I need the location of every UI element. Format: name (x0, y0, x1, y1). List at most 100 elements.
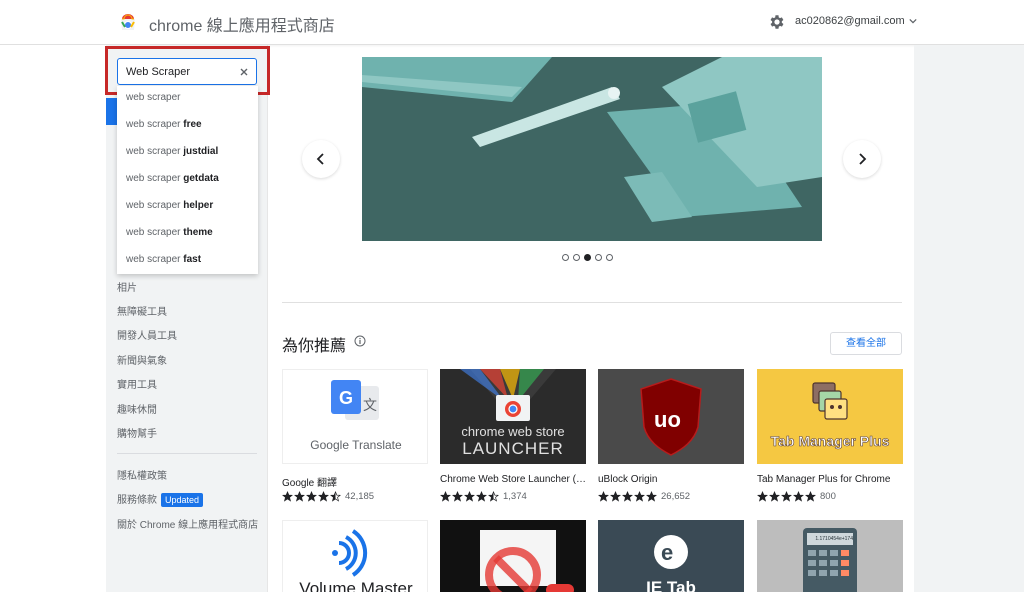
star-rating (757, 491, 816, 502)
svg-text:文: 文 (363, 397, 377, 413)
suggestion-item[interactable]: web scraper getdata (126, 173, 219, 184)
privacy-policy-link[interactable]: 隱私權政策 (117, 467, 167, 482)
star-rating (598, 491, 657, 502)
banner-illustration (362, 57, 822, 241)
extension-thumbnail: uo (598, 369, 744, 464)
extension-rating: 26,652 (598, 491, 690, 502)
section-title: 為你推薦 (282, 338, 347, 355)
star-icon (781, 491, 792, 502)
category-news-weather[interactable]: 新聞與氣象 (117, 352, 167, 367)
section-divider (282, 302, 902, 303)
category-fun[interactable]: 趣味休閒 (117, 401, 157, 416)
star-icon (464, 491, 475, 502)
sidebar-divider (117, 453, 257, 454)
view-all-button[interactable]: 查看全部 (830, 332, 902, 355)
web-store-page: chrome 線上應用程式商店 ac020862@gmail.com web s… (0, 0, 1024, 592)
category-photos[interactable]: 相片 (117, 279, 137, 294)
star-icon (294, 491, 305, 502)
star-icon (598, 491, 609, 502)
block-icon (480, 530, 574, 592)
search-suggestions: web scraper web scraper free web scraper… (117, 86, 258, 274)
carousel-dot[interactable] (573, 254, 580, 261)
store-title[interactable]: chrome 線上應用程式商店 (149, 12, 335, 36)
extension-name: Chrome Web Store Launcher (… (440, 474, 586, 485)
suggestion-item[interactable]: web scraper free (126, 119, 202, 130)
carousel-dot[interactable] (562, 254, 569, 261)
svg-text:uo: uo (654, 407, 681, 432)
thumbnail-label: LAUNCHER (462, 439, 564, 458)
extension-rating: 42,185 (282, 491, 374, 502)
rating-count: 42,185 (345, 491, 375, 502)
calculator-display: 1.1710454e+174 (815, 536, 853, 542)
terms-of-service-link[interactable]: 服務條款 Updated (117, 491, 204, 508)
star-icon (757, 491, 768, 502)
star-icon (793, 491, 804, 502)
right-margin (914, 45, 1024, 592)
left-margin (0, 45, 106, 592)
star-rating (282, 491, 341, 502)
tab-manager-logo (812, 382, 848, 420)
star-icon (318, 491, 329, 502)
featured-banner[interactable] (362, 57, 822, 241)
extension-name: Tab Manager Plus for Chrome (757, 474, 891, 485)
thumbnail-label: Tab Manager Plus (770, 433, 890, 450)
extension-rating: 1,374 (440, 491, 527, 502)
category-accessibility[interactable]: 無障礙工具 (117, 303, 167, 318)
star-icon (805, 491, 816, 502)
chevron-left-icon (316, 153, 324, 165)
account-email: ac020862@gmail.com (795, 15, 905, 27)
carousel-prev-button[interactable] (302, 140, 340, 178)
extension-thumbnail: Tab Manager Plus (757, 369, 903, 464)
extension-thumbnail: G 文 Google Translate (282, 369, 428, 464)
about-store-link[interactable]: 關於 Chrome 線上應用程式商店 (117, 516, 258, 531)
star-icon (769, 491, 780, 502)
star-icon (634, 491, 645, 502)
category-productivity[interactable]: 實用工具 (117, 376, 157, 391)
star-icon (622, 491, 633, 502)
extension-card-volume-master[interactable]: Volume Master (282, 520, 428, 592)
suggestion-item[interactable]: web scraper helper (126, 200, 213, 211)
rating-count: 26,652 (661, 491, 691, 502)
star-icon (646, 491, 657, 502)
thumbnail-label: Google Translate (310, 438, 402, 452)
extension-rating: 800 (757, 491, 836, 502)
close-icon[interactable] (238, 66, 250, 78)
carousel-dot[interactable] (595, 254, 602, 261)
chevron-right-icon (859, 153, 867, 165)
star-icon (440, 491, 451, 502)
suggestion-item[interactable]: web scraper theme (126, 227, 213, 238)
extension-name: uBlock Origin (598, 474, 658, 485)
star-icon (488, 491, 499, 502)
carousel-dot-active[interactable] (584, 254, 591, 261)
category-developer-tools[interactable]: 開發人員工具 (117, 327, 177, 342)
star-icon (476, 491, 487, 502)
carousel-dots (562, 254, 613, 261)
svg-text:G: G (339, 388, 353, 408)
terms-label: 服務條款 (117, 495, 157, 506)
carousel-dot[interactable] (606, 254, 613, 261)
account-menu[interactable]: ac020862@gmail.com (795, 15, 917, 27)
extension-card-ie-tab[interactable]: e IE Tab (598, 520, 744, 592)
category-shopping[interactable]: 購物幫手 (117, 425, 157, 440)
info-icon[interactable] (354, 335, 366, 347)
calculator-icon (803, 528, 857, 592)
suggestion-item[interactable]: web scraper (126, 92, 180, 103)
search-input[interactable] (126, 64, 232, 80)
extension-card-calculator[interactable]: 1.1710454e+174 (757, 520, 903, 592)
thumbnail-label: Volume Master (299, 579, 413, 592)
gear-icon[interactable] (768, 13, 786, 31)
suggestion-item[interactable]: web scraper justdial (126, 146, 218, 157)
thumbnail-label: chrome web store (461, 424, 565, 439)
rating-count: 800 (820, 491, 836, 502)
carousel-next-button[interactable] (843, 140, 881, 178)
ublock-shield-logo: uo (640, 378, 702, 456)
thumbnail-label: IE Tab (646, 578, 696, 592)
star-icon (282, 491, 293, 502)
star-icon (610, 491, 621, 502)
search-box[interactable] (117, 58, 257, 85)
star-icon (452, 491, 463, 502)
extension-card-blocker[interactable] (440, 520, 586, 592)
star-rating (440, 491, 499, 502)
chevron-down-icon (909, 18, 917, 24)
suggestion-item[interactable]: web scraper fast (126, 254, 201, 265)
